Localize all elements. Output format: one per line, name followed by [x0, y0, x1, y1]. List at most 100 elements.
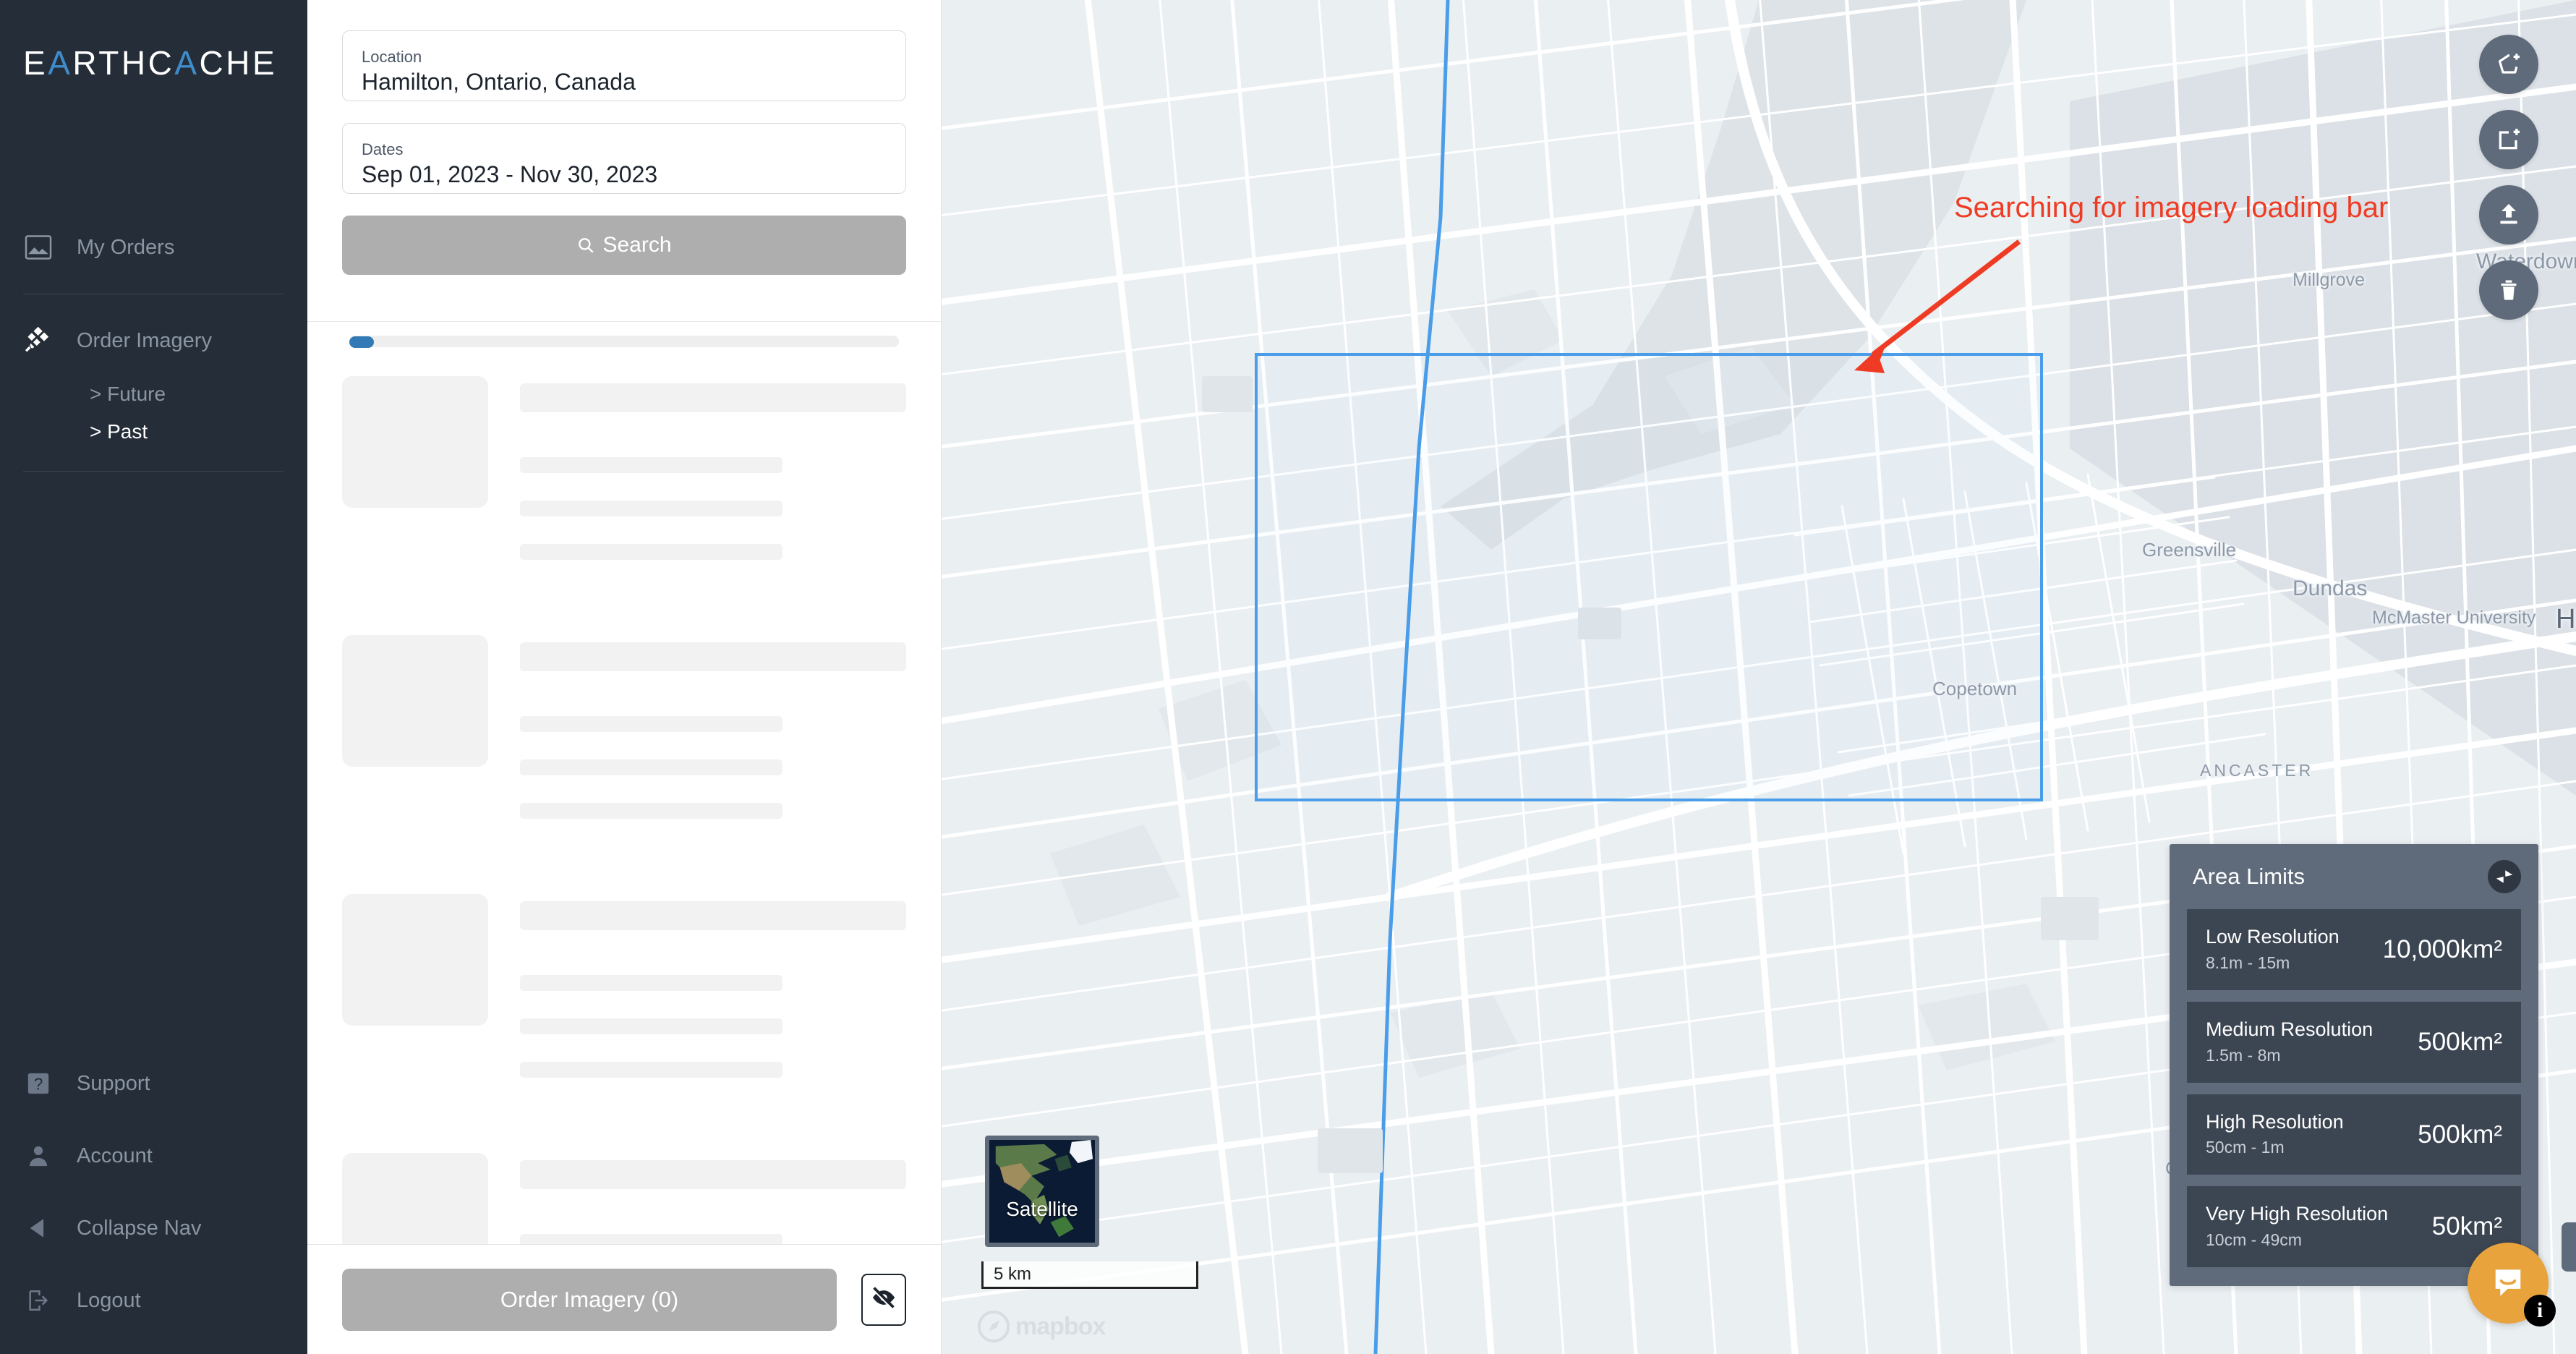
- skeleton-line: [520, 1018, 783, 1034]
- basemap-toggle-button[interactable]: Satellite: [985, 1136, 1099, 1247]
- sidebar-item-label: Account: [77, 1144, 153, 1167]
- trash-icon[interactable]: [2479, 260, 2538, 320]
- map-canvas[interactable]: HEADONFOREST Burlington Waterdown Millgr…: [942, 0, 2576, 1354]
- skeleton-item: [342, 635, 906, 846]
- map-tools: [2479, 35, 2538, 320]
- sidebar-subitem-future[interactable]: > Future: [0, 375, 307, 413]
- brand-logo[interactable]: EARTHCACHE: [0, 0, 307, 82]
- skeleton-title: [520, 901, 906, 930]
- mapbox-attribution-label: mapbox: [1015, 1312, 1106, 1340]
- brand-logo-text: EARTHCACHE: [23, 43, 307, 82]
- polygon-area-badge: Polygon Area: 272.526 km²: [2562, 1222, 2576, 1272]
- area-limit-name: Low Resolution: [2206, 926, 2340, 948]
- order-imagery-button[interactable]: Order Imagery (0): [342, 1268, 837, 1331]
- area-limit-text: High Resolution 50cm - 1m: [2206, 1110, 2344, 1159]
- area-limit-row: Low Resolution 8.1m - 15m 10,000km²: [2187, 909, 2521, 991]
- skeleton-title: [520, 1160, 906, 1189]
- info-icon-label: i: [2536, 1298, 2543, 1322]
- sidebar-item-account[interactable]: Account: [0, 1120, 307, 1192]
- skeleton-line: [520, 457, 783, 473]
- map-scale-bar: 5 km: [981, 1261, 1198, 1289]
- info-icon[interactable]: i: [2524, 1295, 2556, 1327]
- help-icon: ?: [23, 1068, 54, 1099]
- draw-polygon-icon[interactable]: [2479, 35, 2538, 94]
- skeleton-line: [520, 803, 783, 819]
- area-limit-name: High Resolution: [2206, 1110, 2344, 1133]
- panel-footer: Order Imagery (0): [307, 1244, 941, 1354]
- skeleton-thumbnail: [342, 1153, 488, 1244]
- upload-icon[interactable]: [2479, 185, 2538, 244]
- area-limit-range: 1.5m - 8m: [2206, 1045, 2281, 1065]
- sidebar-nav-top: My Orders Order Imagery > Future > Past: [0, 213, 307, 472]
- dates-value: Sep 01, 2023 - Nov 30, 2023: [362, 161, 658, 187]
- skeleton-title: [520, 383, 906, 412]
- search-form: Location Hamilton, Ontario, Canada Dates…: [307, 0, 941, 348]
- dates-field[interactable]: Dates Sep 01, 2023 - Nov 30, 2023: [342, 123, 906, 194]
- sidebar-item-my-orders[interactable]: My Orders: [0, 213, 307, 282]
- sidebar-item-support[interactable]: ? Support: [0, 1047, 307, 1120]
- sidebar-item-order-imagery[interactable]: Order Imagery: [0, 306, 307, 375]
- area-limit-text: Very High Resolution 10cm - 49cm: [2206, 1202, 2388, 1251]
- skeleton-title: [520, 642, 906, 671]
- sidebar-subitem-past[interactable]: > Past: [0, 413, 307, 451]
- sidebar-subitem-label: > Future: [90, 383, 166, 405]
- location-label: Location: [362, 47, 422, 66]
- search-button[interactable]: Search: [342, 216, 906, 275]
- sidebar-item-label: Support: [77, 1071, 150, 1095]
- sidebar: EARTHCACHE My Orders Order Imagery > Fut…: [0, 0, 307, 1354]
- area-limit-value: 500km²: [2418, 1120, 2502, 1149]
- sidebar-item-label: Collapse Nav: [77, 1216, 202, 1240]
- area-limit-name: Very High Resolution: [2206, 1203, 2389, 1225]
- logout-icon: [23, 1285, 54, 1316]
- location-value: Hamilton, Ontario, Canada: [362, 69, 636, 95]
- toggle-footprints-button[interactable]: [861, 1273, 906, 1326]
- skeleton-lines: [520, 376, 906, 587]
- mapbox-attribution[interactable]: mapbox: [978, 1311, 1106, 1342]
- skeleton-lines: [520, 894, 906, 1105]
- skeleton-lines: [520, 1153, 906, 1244]
- skeleton-line: [520, 501, 783, 516]
- area-limit-value: 10,000km²: [2382, 935, 2502, 964]
- skeleton-line: [520, 759, 783, 775]
- results-skeleton-list: [307, 347, 941, 1244]
- location-field[interactable]: Location Hamilton, Ontario, Canada: [342, 30, 906, 101]
- caret-left-icon: [23, 1213, 54, 1243]
- skeleton-item: [342, 894, 906, 1105]
- skeleton-thumbnail: [342, 894, 488, 1026]
- skeleton-thumbnail: [342, 635, 488, 767]
- logo-accent-2: A: [174, 44, 200, 82]
- area-limit-range: 50cm - 1m: [2206, 1138, 2285, 1157]
- eye-off-icon: [870, 1284, 897, 1315]
- annotation-text: Searching for imagery loading bar: [1954, 192, 2389, 223]
- collapse-arrows-icon[interactable]: [2488, 860, 2521, 894]
- area-limit-range: 10cm - 49cm: [2206, 1230, 2302, 1250]
- sidebar-divider-2: [23, 471, 284, 472]
- selection-rectangle[interactable]: [1255, 353, 2043, 801]
- skeleton-line: [520, 975, 783, 991]
- area-limit-row: High Resolution 50cm - 1m 500km²: [2187, 1094, 2521, 1175]
- basemap-toggle-label: Satellite: [1006, 1198, 1078, 1220]
- sidebar-item-logout[interactable]: Logout: [0, 1264, 307, 1337]
- area-limit-name: Medium Resolution: [2206, 1018, 2374, 1041]
- draw-rectangle-icon[interactable]: [2479, 110, 2538, 169]
- satellite-icon: [23, 325, 54, 356]
- skeleton-line: [520, 1234, 783, 1244]
- area-limit-range: 8.1m - 15m: [2206, 953, 2290, 973]
- logo-part-1: E: [23, 44, 48, 82]
- skeleton-lines: [520, 635, 906, 846]
- sidebar-subitem-label: > Past: [90, 420, 148, 443]
- search-button-label: Search: [602, 233, 672, 257]
- area-limit-value: 50km²: [2431, 1212, 2502, 1241]
- dates-label: Dates: [362, 140, 404, 158]
- area-limit-value: 500km²: [2418, 1027, 2502, 1056]
- skeleton-item: [342, 1153, 906, 1244]
- skeleton-thumbnail: [342, 376, 488, 508]
- sidebar-nav-bottom: ? Support Account Collapse Nav Logout: [0, 1047, 307, 1337]
- area-limit-text: Medium Resolution 1.5m - 8m: [2206, 1018, 2373, 1067]
- logo-part-3: CHE: [199, 44, 278, 82]
- satellite-thumbnail: [989, 1140, 1095, 1243]
- skeleton-line: [520, 1062, 783, 1078]
- area-limits-header: Area Limits: [2187, 860, 2521, 894]
- sidebar-item-collapse-nav[interactable]: Collapse Nav: [0, 1192, 307, 1264]
- area-limit-row: Very High Resolution 10cm - 49cm 50km²: [2187, 1186, 2521, 1267]
